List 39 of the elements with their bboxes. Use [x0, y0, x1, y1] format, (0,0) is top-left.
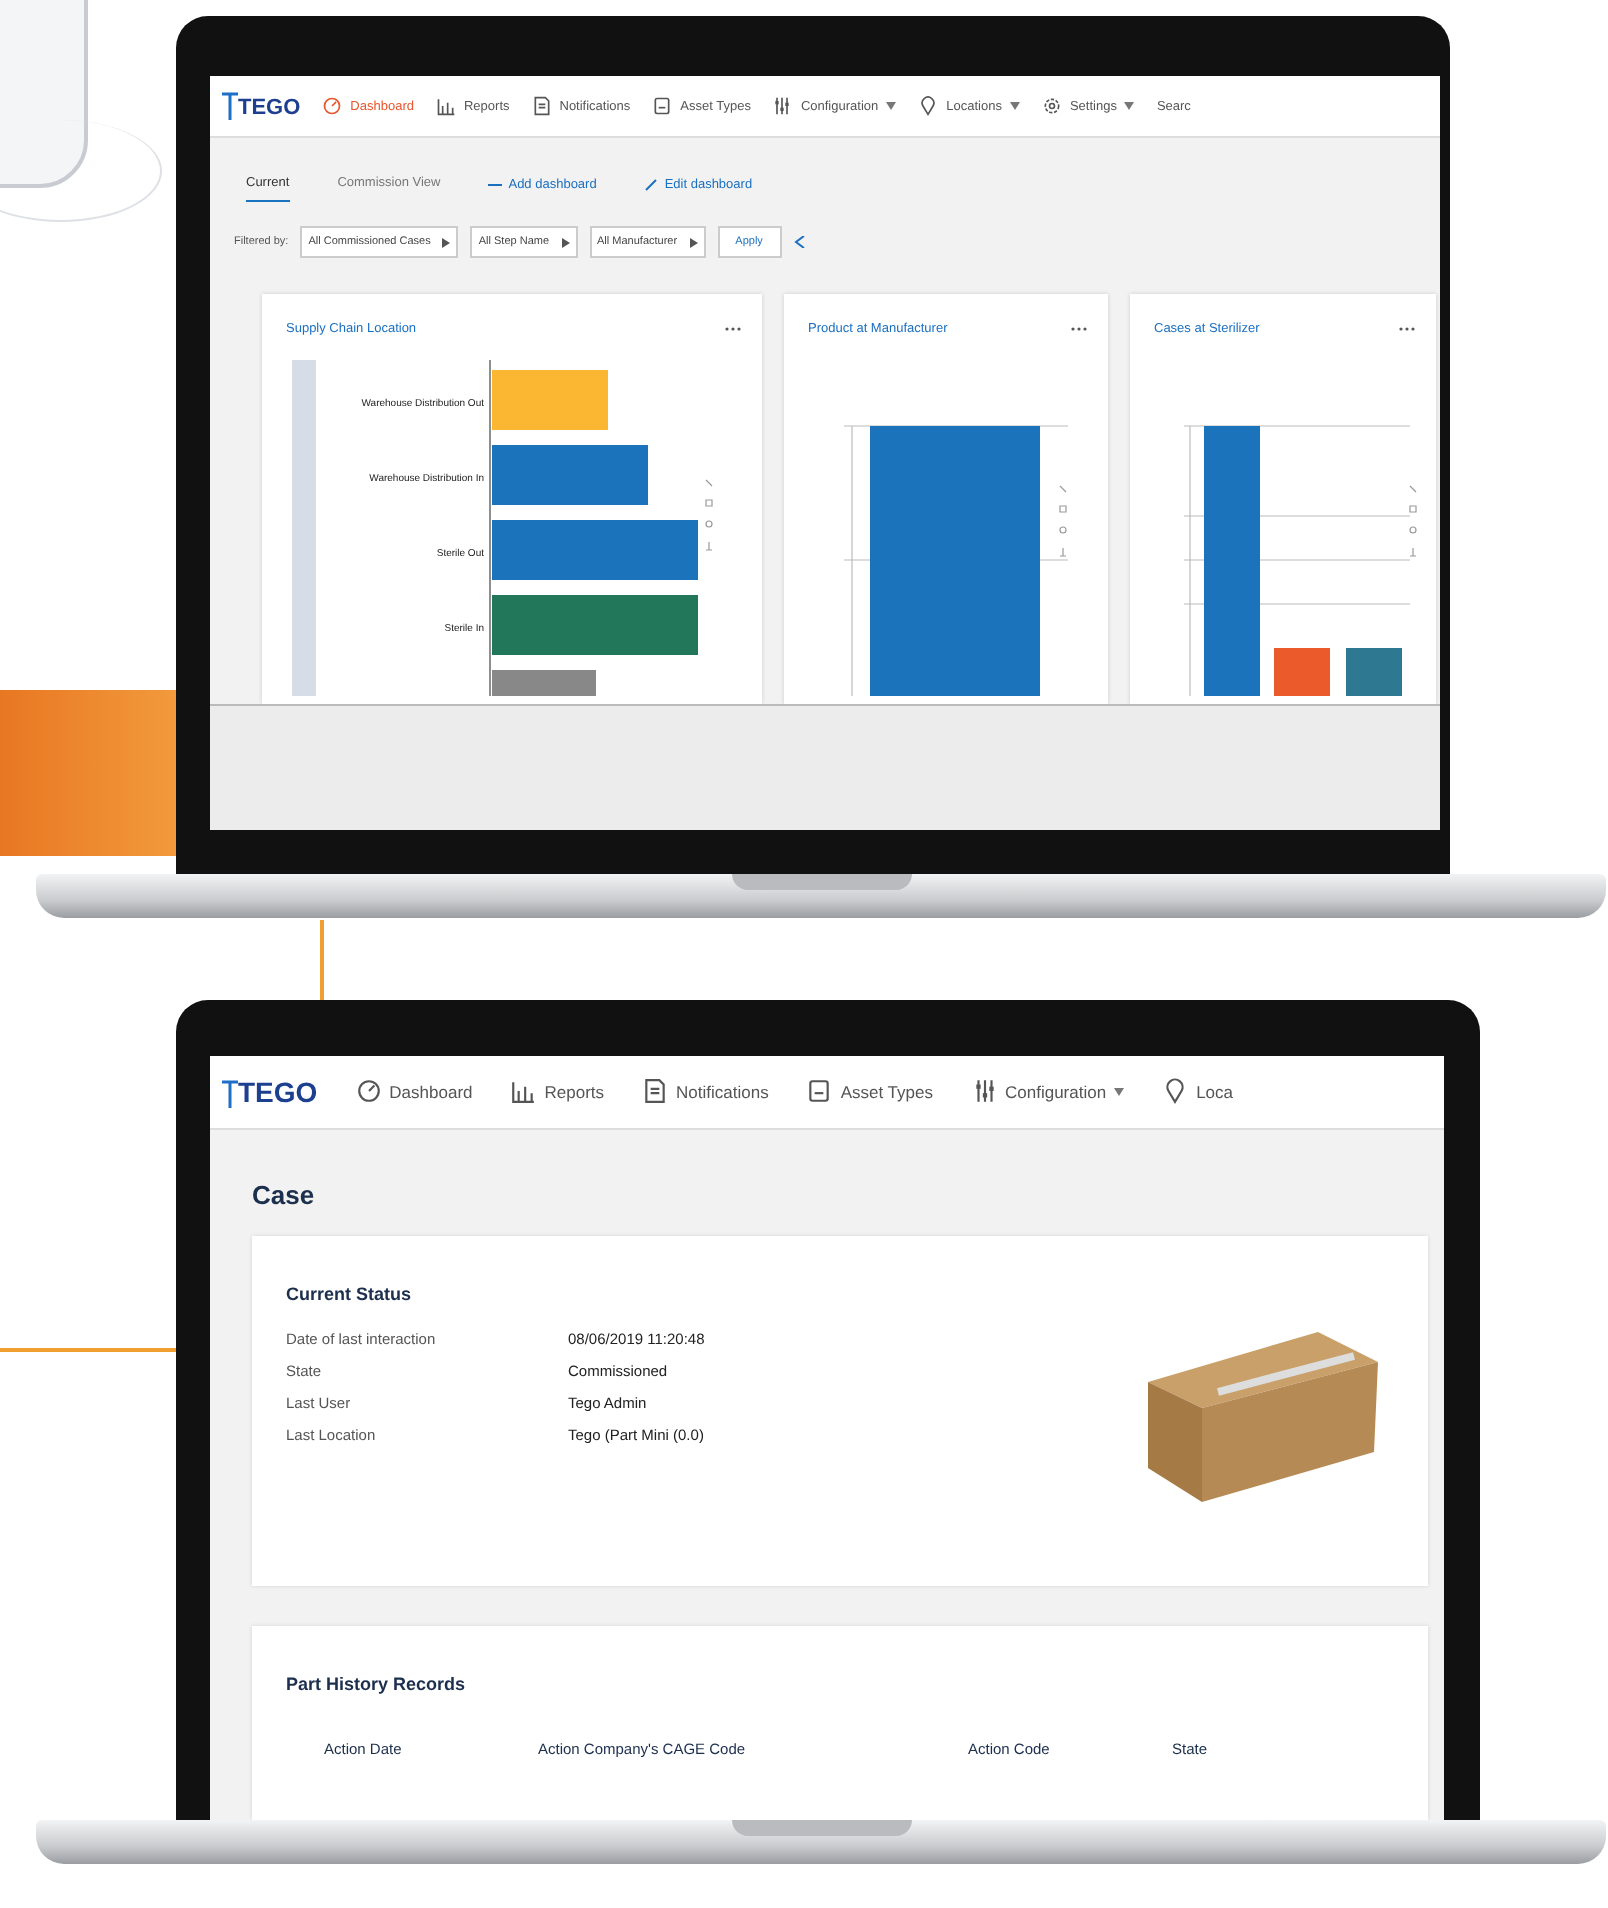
caret-icon	[689, 237, 698, 247]
location-pin-icon	[918, 96, 939, 116]
bar-chart-icon	[510, 1078, 537, 1105]
pencil-icon	[644, 177, 659, 191]
document-icon	[642, 1078, 669, 1105]
sliders-icon	[971, 1078, 997, 1105]
caret-icon	[442, 237, 451, 247]
chart-toolbar-icon[interactable]	[705, 479, 713, 551]
more-icon[interactable]	[724, 326, 742, 332]
section-title: Part History Records	[286, 1671, 468, 1694]
gear-icon	[1041, 96, 1062, 116]
bar	[1274, 648, 1330, 696]
chart-toolbar-icon[interactable]	[1409, 485, 1417, 557]
nav-item[interactable]: Dashboard	[355, 1078, 473, 1105]
nav-item[interactable]: Reports	[510, 1078, 605, 1105]
gauge-icon	[322, 96, 343, 116]
nav-item[interactable]: Loca	[1162, 1078, 1233, 1105]
nav-item[interactable]: Notifications	[642, 1078, 769, 1105]
nav-item[interactable]: Configuration	[971, 1078, 1125, 1105]
nav-item[interactable]: Asset Types	[806, 1078, 933, 1105]
bar-chart-icon	[435, 96, 456, 116]
caret-icon	[561, 237, 570, 247]
document-icon	[531, 96, 552, 116]
bar	[492, 370, 608, 430]
location-pin-icon	[1162, 1078, 1189, 1105]
more-icon[interactable]	[1070, 326, 1088, 332]
tego-logo[interactable]: TEGO	[222, 1075, 318, 1108]
page-title: Case	[250, 1177, 317, 1214]
tego-logo[interactable]: TEGO	[222, 92, 301, 120]
more-icon[interactable]	[1398, 326, 1416, 332]
chart-toolbar-icon[interactable]	[1059, 485, 1067, 557]
bar	[492, 670, 596, 696]
close-icon[interactable]	[793, 236, 806, 248]
section-title: Current Status	[286, 1281, 414, 1304]
sliders-icon	[772, 96, 793, 116]
scroll-bar[interactable]	[292, 360, 316, 696]
gauge-icon	[355, 1078, 382, 1105]
connector-line	[320, 920, 324, 1004]
bar	[1346, 648, 1402, 696]
